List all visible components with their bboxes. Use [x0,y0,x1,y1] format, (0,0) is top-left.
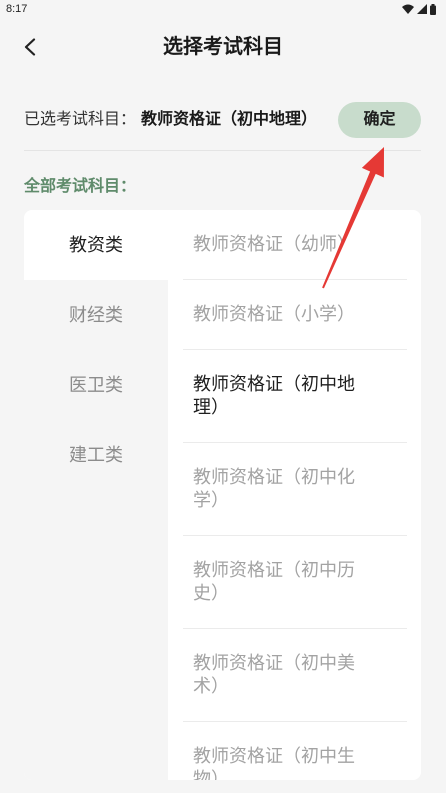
subject-item[interactable]: 教师资格证（初中美术） [183,629,407,722]
signal-icon [417,4,427,14]
subject-item[interactable]: 教师资格证（初中生物） [183,722,407,780]
wifi-icon [402,4,414,14]
category-item[interactable]: 财经类 [24,280,168,350]
subject-item[interactable]: 教师资格证（小学） [183,280,407,350]
selected-subject-value: 教师资格证（初中地理） [141,111,318,128]
selected-subject-row: 已选考试科目： 教师资格证（初中地理） [24,100,317,140]
subject-picker-card: 教资类 财经类 医卫类 建工类 教师资格证（幼师） 教师资格证（小学） 教师资格证（初中地… [24,210,421,780]
all-subjects-label: 全部考试科目： [24,178,137,195]
header: 选择考试科目 [0,27,446,67]
subject-item[interactable]: 教师资格证（初中化学） [183,443,407,536]
subject-item[interactable]: 教师资格证（初中历史） [183,536,407,629]
category-item[interactable]: 建工类 [24,420,168,490]
category-item[interactable]: 教资类 [24,210,168,280]
subject-list: 教师资格证（幼师） 教师资格证（小学） 教师资格证（初中地理） 教师资格证（初中化学）… [168,210,421,780]
status-time: 8:17 [6,3,28,15]
subject-item[interactable]: 教师资格证（初中地理） [183,350,407,443]
status-icons [402,3,436,15]
subject-item[interactable]: 教师资格证（幼师） [183,210,407,280]
divider [24,150,421,151]
page-title: 选择考试科目 [163,36,283,58]
selected-subject-label: 已选考试科目： [24,111,137,128]
status-bar: 8:17 [0,0,446,20]
category-list: 教资类 财经类 医卫类 建工类 [24,210,168,780]
battery-icon [430,3,436,15]
category-item[interactable]: 医卫类 [24,350,168,420]
confirm-button[interactable]: 确定 [338,102,421,138]
